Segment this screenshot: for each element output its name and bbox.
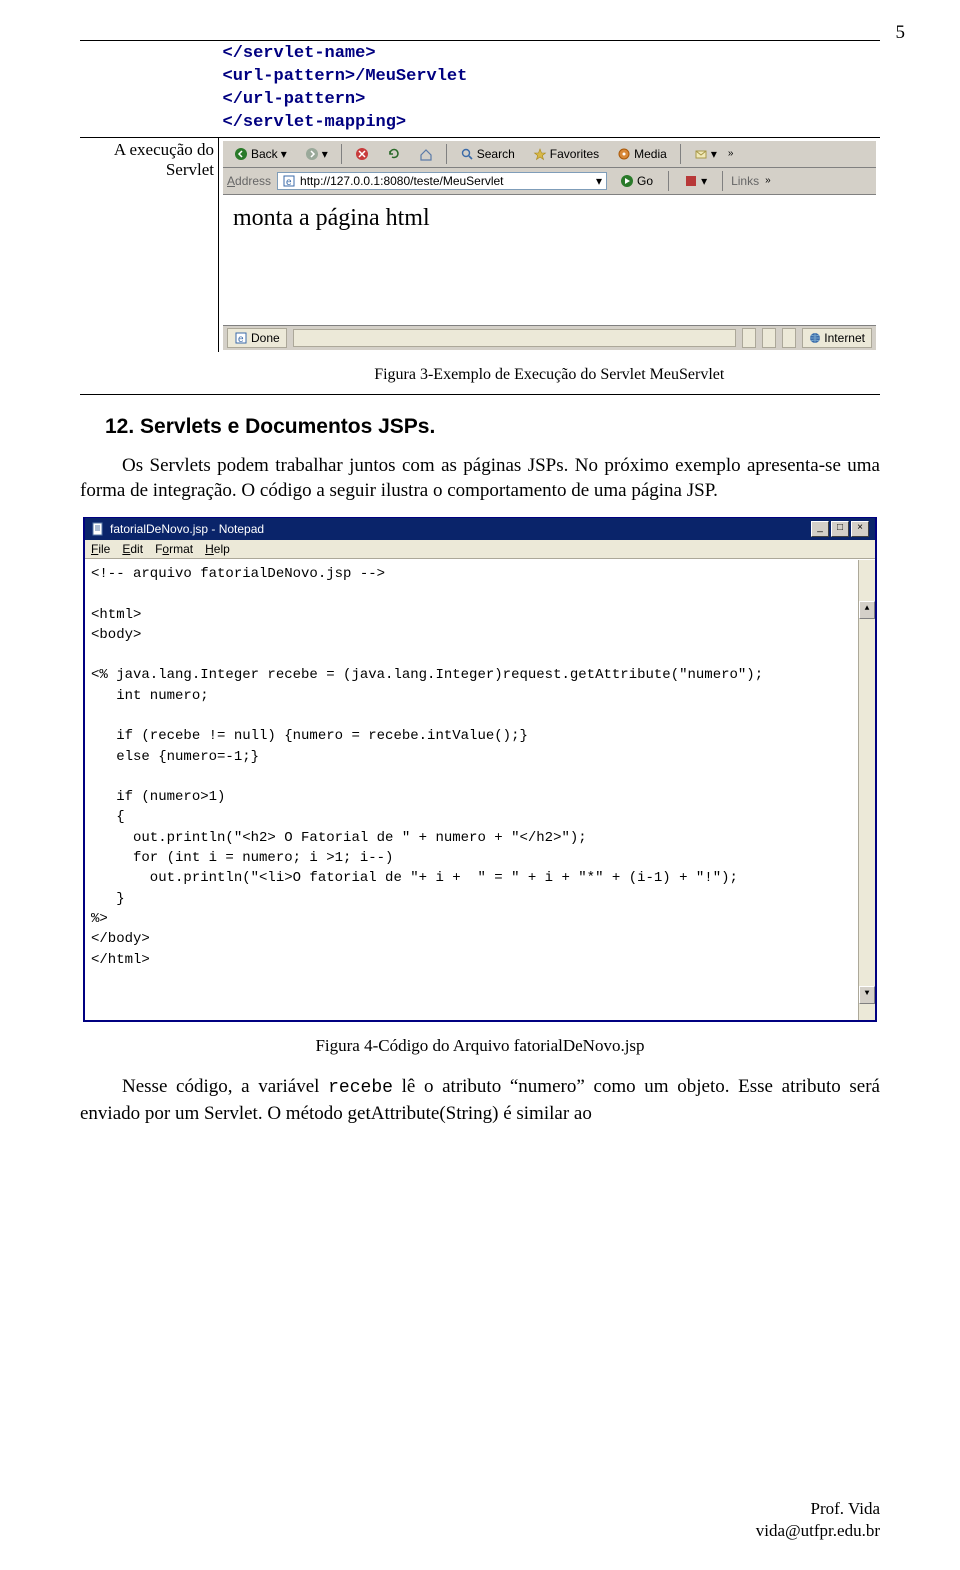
maximize-button[interactable]: □ [831,521,849,537]
forward-button[interactable]: ▾ [298,144,335,164]
notepad-menu[interactable]: File Edit Format Help [85,540,875,559]
media-button[interactable]: Media [610,144,674,164]
address-bar: AAddressddress e http://127.0.0.1:8080/t… [223,168,876,195]
servlet-mapping-code: </servlet-name> <url-pattern>/MeuServlet… [219,41,881,138]
minimize-button[interactable]: _ [811,521,829,537]
search-button[interactable]: Search [453,144,522,164]
figure4-caption: Figura 4-Código do Arquivo fatorialDeNov… [80,1036,880,1056]
mail-button[interactable]: ▾ [687,144,724,164]
notepad-window: fatorialDeNovo.jsp - Notepad _ □ × File … [83,517,877,1023]
footer: Prof. Vida vida@utfpr.edu.br [756,1498,880,1542]
links-label[interactable]: Links [731,174,759,188]
notepad-body[interactable]: <!-- arquivo fatorialDeNovo.jsp --> <htm… [85,559,875,1021]
stop-button[interactable] [348,144,376,164]
svg-text:e: e [238,334,244,345]
menu-format[interactable]: Format [155,542,193,556]
browser-window: Back ▾ ▾ Search Favorites Media [223,140,876,350]
status-done: eDone [227,328,287,348]
refresh-button[interactable] [380,144,408,164]
page-number: 5 [896,22,906,44]
paragraph-1: Os Servlets podem trabalhar juntos com a… [80,453,880,503]
scroll-down-icon[interactable]: ▼ [859,986,875,1004]
close-button[interactable]: × [851,521,869,537]
go-button[interactable]: Go [613,171,660,191]
browser-content: monta a página html [223,195,876,325]
scrollbar[interactable]: ▲ ▼ [858,560,875,1021]
address-input[interactable]: e http://127.0.0.1:8080/teste/MeuServlet… [277,172,607,190]
notepad-titlebar: fatorialDeNovo.jsp - Notepad _ □ × [85,518,875,540]
browser-toolbar: Back ▾ ▾ Search Favorites Media [223,141,876,168]
section-heading: 12. Servlets e Documentos JSPs. [105,415,880,439]
menu-edit[interactable]: Edit [122,542,143,556]
notepad-icon [91,522,105,536]
svg-text:e: e [286,177,292,188]
status-zone: Internet [802,328,872,348]
status-bar: eDone Internet [223,325,876,350]
back-button[interactable]: Back ▾ [227,144,294,164]
favorites-button[interactable]: Favorites [526,144,606,164]
figure3-caption: Figura 3-Exemplo de Execução do Servlet … [219,352,881,395]
code-inline-recebe: recebe [328,1078,393,1098]
execution-label: A execução doServlet [80,137,219,352]
home-button[interactable] [412,144,440,164]
pdf-button[interactable]: ▾ [677,171,714,191]
menu-file[interactable]: File [91,542,110,556]
menu-help[interactable]: Help [205,542,230,556]
address-label: AAddressddress [227,174,271,188]
layout-table: </servlet-name> <url-pattern>/MeuServlet… [80,40,880,395]
paragraph-2: Nesse código, a variável recebe lê o atr… [80,1074,880,1126]
scroll-up-icon[interactable]: ▲ [859,601,875,619]
